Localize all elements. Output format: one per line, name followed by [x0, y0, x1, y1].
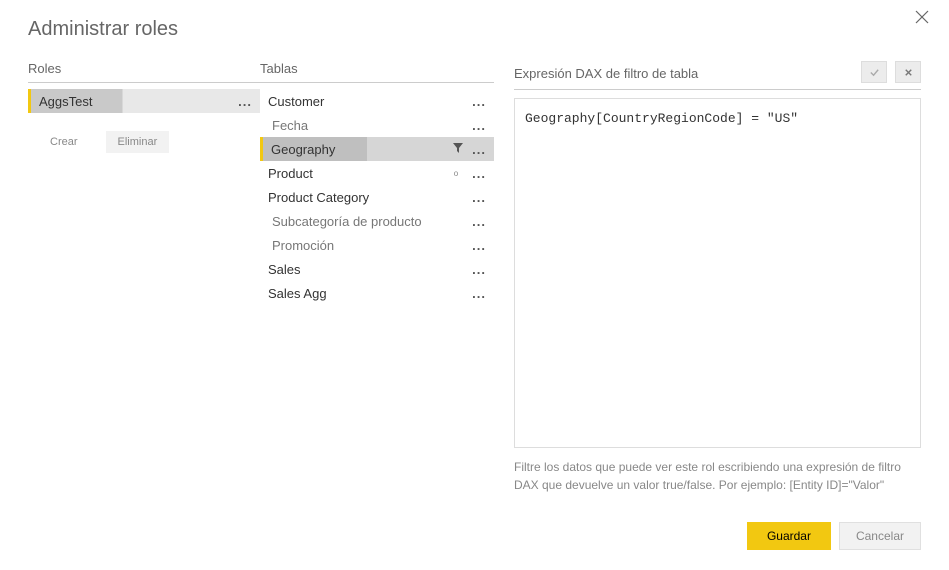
table-item[interactable]: Geography... — [260, 137, 494, 161]
table-label: Product Category — [268, 190, 470, 205]
table-label: Product — [268, 166, 454, 181]
table-label: Sales Agg — [268, 286, 470, 301]
table-label: Sales — [268, 262, 470, 277]
dax-expression-input[interactable] — [514, 98, 921, 448]
delete-role-button[interactable]: Eliminar — [106, 131, 170, 153]
close-icon — [915, 10, 929, 24]
table-menu-button[interactable]: ... — [470, 118, 488, 133]
filter-icon — [452, 142, 464, 157]
table-label: Promoción — [272, 238, 470, 253]
dialog-title: Administrar roles — [28, 18, 921, 41]
close-button[interactable] — [915, 10, 935, 30]
table-menu-button[interactable]: ... — [470, 262, 488, 277]
check-icon — [869, 67, 880, 78]
indicator-icon: o — [454, 169, 458, 178]
table-item[interactable]: Customer... — [260, 89, 494, 113]
x-icon — [903, 67, 914, 78]
table-item[interactable]: Fecha... — [260, 113, 494, 137]
role-menu-button[interactable]: ... — [236, 94, 254, 109]
tables-panel: Tablas Customer...Fecha...Geography...Pr… — [260, 61, 494, 494]
table-menu-button[interactable]: ... — [470, 214, 488, 229]
accept-expression-button[interactable] — [861, 61, 887, 83]
cancel-button[interactable]: Cancelar — [839, 522, 921, 550]
table-label: Geography — [271, 142, 452, 157]
table-item[interactable]: Producto... — [260, 161, 494, 185]
save-button[interactable]: Guardar — [747, 522, 831, 550]
table-menu-button[interactable]: ... — [470, 142, 488, 157]
table-menu-button[interactable]: ... — [470, 190, 488, 205]
table-menu-button[interactable]: ... — [470, 286, 488, 301]
table-label: Customer — [268, 94, 470, 109]
tables-header: Tablas — [260, 61, 494, 83]
dialog-footer: Guardar Cancelar — [28, 522, 921, 550]
table-menu-button[interactable]: ... — [470, 238, 488, 253]
table-item[interactable]: Sales... — [260, 257, 494, 281]
manage-roles-dialog: Administrar roles Roles AggsTest ... Cre… — [0, 0, 949, 570]
table-menu-button[interactable]: ... — [470, 94, 488, 109]
dax-panel: Expresión DAX de filtro de tabla Filtre … — [514, 61, 921, 494]
table-item[interactable]: Sales Agg... — [260, 281, 494, 305]
table-item[interactable]: Product Category... — [260, 185, 494, 209]
create-role-button[interactable]: Crear — [38, 131, 90, 153]
role-item[interactable]: AggsTest ... — [28, 89, 260, 113]
table-item[interactable]: Promoción... — [260, 233, 494, 257]
table-menu-button[interactable]: ... — [470, 166, 488, 181]
table-item[interactable]: Subcategoría de producto... — [260, 209, 494, 233]
discard-expression-button[interactable] — [895, 61, 921, 83]
tables-list: Customer...Fecha...Geography...Producto.… — [260, 89, 494, 305]
role-label: AggsTest — [39, 94, 236, 109]
roles-list: AggsTest ... — [28, 89, 260, 113]
roles-panel: Roles AggsTest ... Crear Eliminar — [28, 61, 260, 494]
dax-help-text: Filtre los datos que puede ver este rol … — [514, 458, 921, 494]
table-label: Subcategoría de producto — [272, 214, 470, 229]
roles-header: Roles — [28, 61, 260, 83]
table-label: Fecha — [272, 118, 470, 133]
dax-header: Expresión DAX de filtro de tabla — [514, 66, 698, 81]
